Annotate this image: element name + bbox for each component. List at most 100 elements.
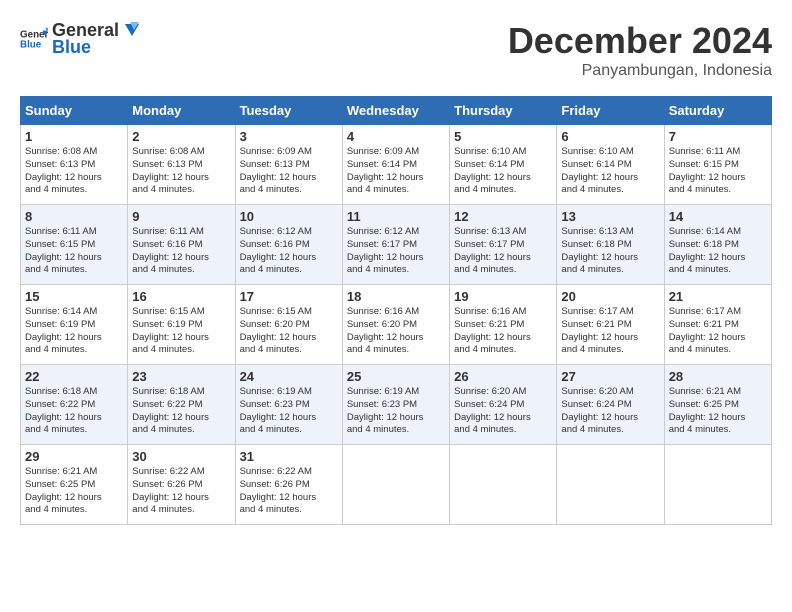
day-info: Sunrise: 6:20 AMSunset: 6:24 PMDaylight:…: [561, 386, 659, 437]
day-info: Sunrise: 6:22 AMSunset: 6:26 PMDaylight:…: [132, 466, 230, 517]
day-info: Sunrise: 6:11 AMSunset: 6:15 PMDaylight:…: [669, 146, 767, 197]
day-number: 21: [669, 289, 767, 304]
day-number: 10: [240, 209, 338, 224]
day-number: 16: [132, 289, 230, 304]
day-info: Sunrise: 6:16 AMSunset: 6:20 PMDaylight:…: [347, 306, 445, 357]
day-info: Sunrise: 6:16 AMSunset: 6:21 PMDaylight:…: [454, 306, 552, 357]
calendar-header-sunday: Sunday: [21, 97, 128, 125]
calendar-cell: 20 Sunrise: 6:17 AMSunset: 6:21 PMDayligh…: [557, 285, 664, 365]
day-number: 1: [25, 129, 123, 144]
calendar-header-friday: Friday: [557, 97, 664, 125]
day-info: Sunrise: 6:11 AMSunset: 6:15 PMDaylight:…: [25, 226, 123, 277]
day-info: Sunrise: 6:10 AMSunset: 6:14 PMDaylight:…: [561, 146, 659, 197]
calendar-cell: [450, 445, 557, 525]
calendar-header-thursday: Thursday: [450, 97, 557, 125]
calendar-cell: [664, 445, 771, 525]
calendar-cell: 1 Sunrise: 6:08 AMSunset: 6:13 PMDaylight…: [21, 125, 128, 205]
day-info: Sunrise: 6:08 AMSunset: 6:13 PMDaylight:…: [132, 146, 230, 197]
day-info: Sunrise: 6:18 AMSunset: 6:22 PMDaylight:…: [25, 386, 123, 437]
day-number: 23: [132, 369, 230, 384]
calendar-cell: 21 Sunrise: 6:17 AMSunset: 6:21 PMDayligh…: [664, 285, 771, 365]
calendar-cell: 24Sunrise: 6:19 AMSunset: 6:23 PMDayligh…: [235, 365, 342, 445]
month-title: December 2024: [508, 20, 772, 62]
day-number: 14: [669, 209, 767, 224]
day-info: Sunrise: 6:12 AMSunset: 6:17 PMDaylight:…: [347, 226, 445, 277]
calendar-cell: 22 Sunrise: 6:18 AMSunset: 6:22 PMDayligh…: [21, 365, 128, 445]
day-info: Sunrise: 6:15 AMSunset: 6:19 PMDaylight:…: [132, 306, 230, 357]
day-number: 3: [240, 129, 338, 144]
calendar-cell: 26 Sunrise: 6:20 AMSunset: 6:24 PMDayligh…: [450, 365, 557, 445]
day-info: Sunrise: 6:13 AMSunset: 6:18 PMDaylight:…: [561, 226, 659, 277]
day-info: Sunrise: 6:09 AMSunset: 6:13 PMDaylight:…: [240, 146, 338, 197]
day-number: 20: [561, 289, 659, 304]
day-number: 18: [347, 289, 445, 304]
calendar-header-saturday: Saturday: [664, 97, 771, 125]
logo-triangle-icon: [121, 22, 139, 40]
calendar-cell: 12 Sunrise: 6:13 AMSunset: 6:17 PMDayligh…: [450, 205, 557, 285]
calendar-cell: 18 Sunrise: 6:16 AMSunset: 6:20 PMDayligh…: [342, 285, 449, 365]
calendar-cell: 9 Sunrise: 6:11 AMSunset: 6:16 PMDaylight…: [128, 205, 235, 285]
calendar-week-4: 22 Sunrise: 6:18 AMSunset: 6:22 PMDayligh…: [21, 365, 772, 445]
day-number: 22: [25, 369, 123, 384]
day-info: Sunrise: 6:15 AMSunset: 6:20 PMDaylight:…: [240, 306, 338, 357]
day-number: 26: [454, 369, 552, 384]
calendar-header-monday: Monday: [128, 97, 235, 125]
day-info: Sunrise: 6:17 AMSunset: 6:21 PMDaylight:…: [669, 306, 767, 357]
day-info: Sunrise: 6:21 AMSunset: 6:25 PMDaylight:…: [669, 386, 767, 437]
calendar-cell: 31Sunrise: 6:22 AMSunset: 6:26 PMDayligh…: [235, 445, 342, 525]
day-info: Sunrise: 6:17 AMSunset: 6:21 PMDaylight:…: [561, 306, 659, 357]
calendar-cell: 4 Sunrise: 6:09 AMSunset: 6:14 PMDaylight…: [342, 125, 449, 205]
day-number: 5: [454, 129, 552, 144]
day-number: 28: [669, 369, 767, 384]
day-number: 13: [561, 209, 659, 224]
day-info: Sunrise: 6:14 AMSunset: 6:18 PMDaylight:…: [669, 226, 767, 277]
calendar-cell: 5 Sunrise: 6:10 AMSunset: 6:14 PMDaylight…: [450, 125, 557, 205]
calendar-cell: 27Sunrise: 6:20 AMSunset: 6:24 PMDayligh…: [557, 365, 664, 445]
day-info: Sunrise: 6:11 AMSunset: 6:16 PMDaylight:…: [132, 226, 230, 277]
day-info: Sunrise: 6:09 AMSunset: 6:14 PMDaylight:…: [347, 146, 445, 197]
day-number: 12: [454, 209, 552, 224]
day-number: 7: [669, 129, 767, 144]
calendar-cell: 10 Sunrise: 6:12 AMSunset: 6:16 PMDayligh…: [235, 205, 342, 285]
day-info: Sunrise: 6:13 AMSunset: 6:17 PMDaylight:…: [454, 226, 552, 277]
calendar-cell: 30 Sunrise: 6:22 AMSunset: 6:26 PMDayligh…: [128, 445, 235, 525]
calendar-cell: 6 Sunrise: 6:10 AMSunset: 6:14 PMDaylight…: [557, 125, 664, 205]
day-info: Sunrise: 6:10 AMSunset: 6:14 PMDaylight:…: [454, 146, 552, 197]
calendar-cell: 7 Sunrise: 6:11 AMSunset: 6:15 PMDaylight…: [664, 125, 771, 205]
day-info: Sunrise: 6:19 AMSunset: 6:23 PMDaylight:…: [347, 386, 445, 437]
calendar-cell: 2 Sunrise: 6:08 AMSunset: 6:13 PMDaylight…: [128, 125, 235, 205]
calendar-cell: 17Sunrise: 6:15 AMSunset: 6:20 PMDayligh…: [235, 285, 342, 365]
day-info: Sunrise: 6:08 AMSunset: 6:13 PMDaylight:…: [25, 146, 123, 197]
calendar-cell: 8Sunrise: 6:11 AMSunset: 6:15 PMDaylight…: [21, 205, 128, 285]
calendar-week-2: 8Sunrise: 6:11 AMSunset: 6:15 PMDaylight…: [21, 205, 772, 285]
day-info: Sunrise: 6:20 AMSunset: 6:24 PMDaylight:…: [454, 386, 552, 437]
calendar-table: SundayMondayTuesdayWednesdayThursdayFrid…: [20, 96, 772, 525]
day-number: 2: [132, 129, 230, 144]
header: General Blue General Blue December 2024 …: [20, 20, 772, 80]
day-info: Sunrise: 6:12 AMSunset: 6:16 PMDaylight:…: [240, 226, 338, 277]
day-number: 4: [347, 129, 445, 144]
svg-text:Blue: Blue: [20, 39, 42, 50]
day-info: Sunrise: 6:19 AMSunset: 6:23 PMDaylight:…: [240, 386, 338, 437]
calendar-cell: 16 Sunrise: 6:15 AMSunset: 6:19 PMDayligh…: [128, 285, 235, 365]
calendar-cell: [557, 445, 664, 525]
day-number: 30: [132, 449, 230, 464]
calendar-week-3: 15 Sunrise: 6:14 AMSunset: 6:19 PMDayligh…: [21, 285, 772, 365]
day-number: 11: [347, 209, 445, 224]
day-number: 29: [25, 449, 123, 464]
logo: General Blue General Blue: [20, 20, 139, 58]
calendar-header-row: SundayMondayTuesdayWednesdayThursdayFrid…: [21, 97, 772, 125]
day-info: Sunrise: 6:18 AMSunset: 6:22 PMDaylight:…: [132, 386, 230, 437]
day-number: 9: [132, 209, 230, 224]
day-number: 6: [561, 129, 659, 144]
logo-icon: General Blue: [20, 25, 48, 53]
title-area: December 2024 Panyambungan, Indonesia: [508, 20, 772, 80]
location-title: Panyambungan, Indonesia: [508, 62, 772, 80]
calendar-cell: 19Sunrise: 6:16 AMSunset: 6:21 PMDayligh…: [450, 285, 557, 365]
day-number: 25: [347, 369, 445, 384]
calendar-header-wednesday: Wednesday: [342, 97, 449, 125]
day-number: 31: [240, 449, 338, 464]
day-number: 15: [25, 289, 123, 304]
day-info: Sunrise: 6:14 AMSunset: 6:19 PMDaylight:…: [25, 306, 123, 357]
calendar-header-tuesday: Tuesday: [235, 97, 342, 125]
